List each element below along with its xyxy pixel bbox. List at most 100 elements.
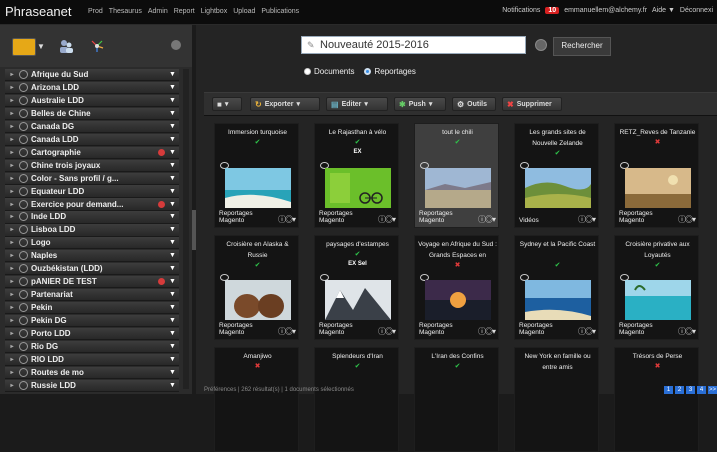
radio-documents[interactable]: Documents: [304, 67, 354, 76]
chevron-down-icon[interactable]: ▼: [169, 123, 179, 130]
chevron-down-icon[interactable]: ▼: [169, 356, 179, 363]
record-thumbnail[interactable]: [525, 280, 591, 320]
brand-logo[interactable]: Phraseanet: [5, 4, 72, 19]
chevron-down-icon[interactable]: ▼: [169, 239, 179, 246]
expand-triangle-icon[interactable]: ▸: [5, 265, 19, 272]
basket-item[interactable]: ▸ pANIER DE TEST ▼: [5, 276, 179, 289]
record-card[interactable]: Immersion turquoise ✔ Reportages Magento ⓘ◎▾: [214, 123, 299, 228]
page-link[interactable]: 4: [697, 386, 706, 394]
basket-item[interactable]: ▸ Logo ▼: [5, 237, 179, 250]
record-actions-icon[interactable]: ⓘ◎▾: [578, 214, 596, 225]
basket-item[interactable]: ▸ Equateur LDD ▼: [5, 185, 179, 198]
basket-item[interactable]: ▸ Pekin ▼: [5, 301, 179, 315]
search-options-icon[interactable]: [535, 39, 547, 51]
basket-item[interactable]: ▸ Porto LDD ▼: [5, 327, 179, 341]
basket-item[interactable]: ▸ Partenariat ▼: [5, 288, 179, 302]
basket-item[interactable]: ▸ Exercice pour demand... ▼: [5, 198, 179, 211]
basket-item[interactable]: ▸ Chine trois joyaux ▼: [5, 159, 179, 172]
record-actions-icon[interactable]: ⓘ◎▾: [678, 214, 696, 225]
radio-reportages[interactable]: Reportages: [364, 67, 416, 76]
chevron-down-icon[interactable]: ▼: [169, 343, 179, 350]
record-thumbnail[interactable]: [525, 168, 591, 208]
record-card[interactable]: RETZ_Reves de Tanzanie ✖ Reportages Magento…: [614, 123, 699, 228]
record-card[interactable]: paysages d'estampes ✔ EX Sel Reportages Mage…: [314, 235, 399, 340]
record-thumbnail[interactable]: [225, 168, 291, 208]
basket-item[interactable]: ▸ Belles de Chine ▼: [5, 107, 179, 121]
notifications-link[interactable]: Notifications: [502, 7, 540, 14]
basket-item[interactable]: ▸ Australie LDD ▼: [5, 94, 179, 108]
record-card[interactable]: Amanjiwo ✖: [214, 347, 299, 452]
basket-item[interactable]: ▸ Afrique du Sud ▼: [5, 69, 179, 82]
basket-item[interactable]: ▸ Lisboa LDD ▼: [5, 224, 179, 237]
record-card[interactable]: Le Rajasthan à vélo ✔ EX Reportages Magento ⓘ…: [314, 123, 399, 228]
nav-thesaurus[interactable]: Thesaurus: [109, 8, 142, 15]
basket-item[interactable]: ▸ Ouzbékistan (LDD) ▼: [5, 263, 179, 276]
expand-triangle-icon[interactable]: ▸: [5, 71, 19, 78]
nav-publications[interactable]: Publications: [261, 8, 299, 15]
chevron-down-icon[interactable]: ▼: [169, 252, 179, 259]
record-actions-icon[interactable]: ⓘ◎▾: [478, 326, 496, 337]
basket-item[interactable]: ▸ Rio DG ▼: [5, 340, 179, 353]
record-card[interactable]: tout le chili ✔ Reportages Magento ⓘ◎▾: [414, 123, 499, 228]
chevron-down-icon[interactable]: ▼: [169, 175, 179, 182]
expand-triangle-icon[interactable]: ▸: [5, 291, 19, 298]
nav-upload[interactable]: Upload: [233, 8, 255, 15]
basket-item[interactable]: ▸ Canada DG ▼: [5, 120, 179, 134]
expand-triangle-icon[interactable]: ▸: [5, 84, 19, 91]
basket-item[interactable]: ▸ Cartographie ▼: [5, 146, 179, 159]
expand-triangle-icon[interactable]: ▸: [5, 213, 19, 220]
chevron-down-icon[interactable]: ▼: [169, 97, 179, 104]
expand-triangle-icon[interactable]: ▸: [5, 356, 19, 363]
users-icon[interactable]: [58, 38, 74, 54]
close-icon[interactable]: [171, 40, 181, 50]
record-thumbnail[interactable]: [325, 280, 391, 320]
chevron-down-icon[interactable]: ▼: [169, 265, 179, 272]
chevron-down-icon[interactable]: ▼: [169, 136, 179, 143]
record-thumbnail[interactable]: [325, 168, 391, 208]
chevron-down-icon[interactable]: ▼: [169, 188, 179, 195]
page-link[interactable]: 3: [686, 386, 695, 394]
chevron-down-icon[interactable]: ▼: [169, 162, 179, 169]
expand-triangle-icon[interactable]: ▸: [5, 162, 19, 169]
nav-report[interactable]: Report: [174, 8, 195, 15]
expand-triangle-icon[interactable]: ▸: [5, 317, 19, 324]
expand-triangle-icon[interactable]: ▸: [5, 123, 19, 130]
edit-button[interactable]: ▤ Editer ▾: [326, 97, 388, 111]
notifications-count-badge[interactable]: 10: [545, 7, 560, 14]
record-actions-icon[interactable]: ⓘ◎▾: [378, 326, 396, 337]
expand-triangle-icon[interactable]: ▸: [5, 201, 19, 208]
expand-triangle-icon[interactable]: ▸: [5, 382, 19, 389]
record-actions-icon[interactable]: ⓘ◎▾: [678, 326, 696, 337]
record-thumbnail[interactable]: [425, 280, 491, 320]
record-card[interactable]: L'Iran des Confins ✔: [414, 347, 499, 452]
record-thumbnail[interactable]: [625, 168, 691, 208]
basket-item[interactable]: ▸ Naples ▼: [5, 250, 179, 263]
record-thumbnail[interactable]: [425, 168, 491, 208]
chevron-down-icon[interactable]: ▼: [169, 201, 179, 208]
chevron-down-icon[interactable]: ▼: [169, 149, 179, 156]
basket-item[interactable]: ▸ Canada LDD ▼: [5, 133, 179, 146]
record-card[interactable]: Voyage en Afrique du Sud : Grands Espace…: [414, 235, 499, 340]
record-card[interactable]: Splendeurs d'Iran ✔: [314, 347, 399, 452]
basket-scrollbar[interactable]: [183, 69, 189, 389]
help-menu[interactable]: Aide ▼: [652, 7, 675, 14]
chevron-down-icon[interactable]: ▼: [169, 369, 179, 376]
push-button[interactable]: ✱ Push ▾: [394, 97, 446, 111]
basket-icon[interactable]: [12, 38, 36, 56]
record-card[interactable]: Les grands sites de Nouvelle Zelande ✔ Vid…: [514, 123, 599, 228]
select-menu-button[interactable]: ■ ▾: [212, 97, 242, 111]
chevron-down-icon[interactable]: ▼: [169, 213, 179, 220]
page-link[interactable]: >>: [708, 386, 717, 394]
expand-triangle-icon[interactable]: ▸: [5, 110, 19, 117]
expand-triangle-icon[interactable]: ▸: [5, 226, 19, 233]
logout-link[interactable]: Déconnexi: [680, 7, 713, 14]
search-button[interactable]: Rechercher: [553, 37, 611, 56]
radio-reportages-dot[interactable]: [364, 68, 372, 75]
chevron-down-icon[interactable]: ▼: [169, 110, 179, 117]
expand-triangle-icon[interactable]: ▸: [5, 136, 19, 143]
chevron-down-icon[interactable]: ▼: [169, 291, 179, 298]
chevron-down-icon[interactable]: ▼: [169, 84, 179, 91]
page-link[interactable]: 2: [675, 386, 684, 394]
nav-admin[interactable]: Admin: [148, 8, 168, 15]
basket-item[interactable]: ▸ Color - Sans profil / g... ▼: [5, 172, 179, 185]
